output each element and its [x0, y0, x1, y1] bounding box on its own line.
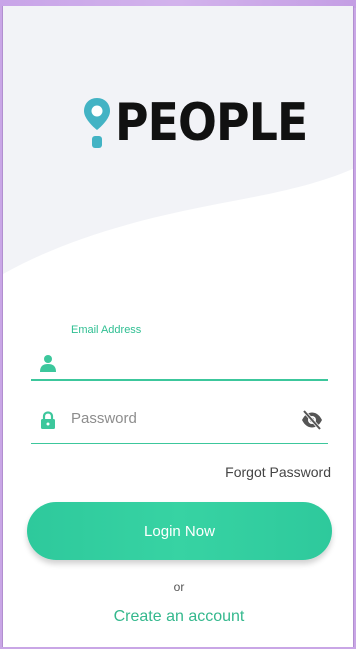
password-field[interactable]: [31, 401, 328, 444]
background-wave: [3, 6, 353, 274]
or-separator: or: [173, 580, 185, 594]
create-account-link[interactable]: Create an account: [3, 608, 353, 626]
user-icon: [40, 355, 56, 372]
lock-icon: [41, 411, 55, 429]
password-input[interactable]: [71, 407, 291, 429]
app-logo: PEOPLE: [83, 90, 334, 150]
email-label: Email Address: [71, 324, 142, 336]
eye-off-icon[interactable]: [300, 409, 324, 431]
login-screen: PEOPLE Email Address Forgot Password Log…: [2, 6, 354, 647]
forgot-password-link[interactable]: Forgot Password: [225, 464, 331, 480]
login-button[interactable]: Login Now: [27, 502, 332, 560]
email-input[interactable]: [71, 352, 311, 374]
email-field[interactable]: Email Address: [31, 324, 328, 381]
brand-name: PEOPLE: [115, 93, 308, 153]
location-pin-icon: [84, 98, 110, 148]
